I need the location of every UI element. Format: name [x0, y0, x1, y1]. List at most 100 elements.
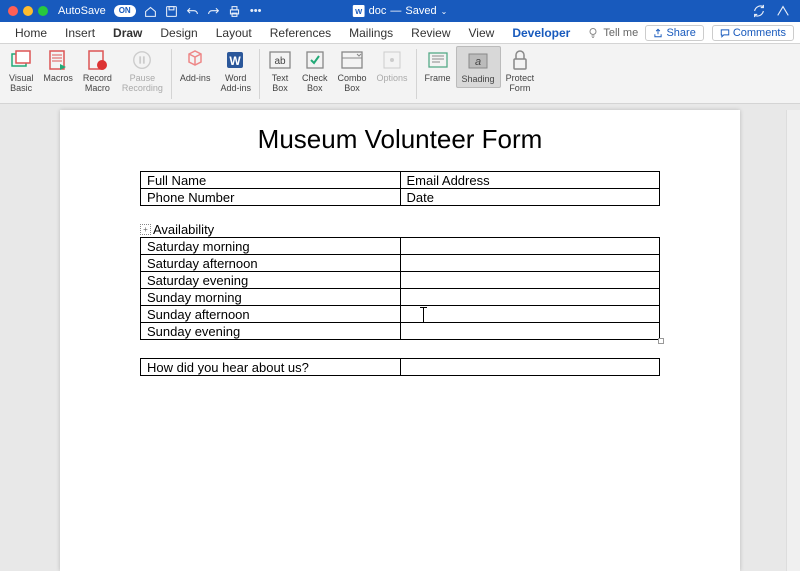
table-row: Full Name Email Address — [141, 172, 660, 189]
frame-icon — [426, 48, 450, 72]
table-row: Saturday afternoon — [141, 255, 660, 272]
tab-review[interactable]: Review — [402, 22, 459, 43]
table-row: Sunday afternoon — [141, 306, 660, 323]
document-area[interactable]: Museum Volunteer Form Full Name Email Ad… — [0, 104, 800, 571]
avail-cell[interactable]: Saturday afternoon — [141, 255, 401, 272]
svg-text:ab: ab — [274, 56, 286, 67]
avail-value-cell[interactable] — [400, 323, 660, 340]
table-row: Sunday morning — [141, 289, 660, 306]
lock-icon — [508, 48, 532, 72]
avail-cell[interactable]: Sunday afternoon — [141, 306, 401, 323]
table-resize-handle[interactable] — [658, 338, 664, 344]
avail-value-cell[interactable] — [400, 272, 660, 289]
word-addins-icon: W — [224, 48, 248, 72]
page-title[interactable]: Museum Volunteer Form — [94, 124, 706, 155]
avail-value-cell[interactable] — [400, 306, 660, 323]
text-cursor — [423, 307, 424, 323]
addins-button[interactable]: Add-ins — [175, 46, 216, 86]
share-button[interactable]: Share — [645, 25, 703, 41]
zoom-window-button[interactable] — [38, 6, 48, 16]
avail-cell[interactable]: Saturday evening — [141, 272, 401, 289]
avail-cell[interactable]: Sunday evening — [141, 323, 401, 340]
tab-design[interactable]: Design — [151, 22, 206, 43]
undo-icon[interactable] — [186, 4, 200, 18]
save-icon[interactable] — [165, 4, 179, 18]
table-row: Sunday evening — [141, 323, 660, 340]
text-box-button[interactable]: ab Text Box — [263, 46, 297, 96]
addins-icon — [183, 48, 207, 72]
vertical-scrollbar[interactable] — [786, 110, 800, 571]
email-cell[interactable]: Email Address — [400, 172, 660, 189]
tab-layout[interactable]: Layout — [207, 22, 261, 43]
menu-tabs: Home Insert Draw Design Layout Reference… — [0, 22, 800, 44]
phone-cell[interactable]: Phone Number — [141, 189, 401, 206]
tab-home[interactable]: Home — [6, 22, 56, 43]
tab-mailings[interactable]: Mailings — [340, 22, 402, 43]
macros-button[interactable]: Macros — [38, 46, 78, 86]
combo-box-icon — [340, 48, 364, 72]
avail-cell[interactable]: Saturday morning — [141, 238, 401, 255]
window-controls — [0, 6, 48, 16]
date-cell[interactable]: Date — [400, 189, 660, 206]
avail-value-cell[interactable] — [400, 289, 660, 306]
how-hear-table[interactable]: How did you hear about us? — [140, 358, 660, 376]
table-row: How did you hear about us? — [141, 359, 660, 376]
ribbon-toggle-icon[interactable] — [776, 4, 790, 18]
visual-basic-icon — [9, 48, 33, 72]
redo-icon[interactable] — [207, 4, 221, 18]
sync-icon[interactable] — [752, 4, 766, 18]
svg-text:W: W — [229, 54, 241, 68]
availability-table[interactable]: Saturday morning Saturday afternoon Satu… — [140, 237, 660, 340]
ribbon-developer: Visual Basic Macros Record Macro Pause R… — [0, 44, 800, 104]
chevron-down-icon[interactable]: ⌄ — [441, 7, 448, 16]
table-move-handle-icon[interactable]: + — [140, 224, 151, 235]
ribbon-separator — [171, 49, 172, 99]
print-icon[interactable] — [228, 4, 242, 18]
svg-text:W: W — [355, 7, 363, 16]
protect-form-button[interactable]: Protect Form — [501, 46, 540, 96]
document-page[interactable]: Museum Volunteer Form Full Name Email Ad… — [60, 110, 740, 571]
contact-table[interactable]: Full Name Email Address Phone Number Dat… — [140, 171, 660, 206]
tab-developer[interactable]: Developer — [503, 22, 579, 43]
check-box-button[interactable]: Check Box — [297, 46, 333, 96]
window-titlebar: AutoSave ON ••• W doc — Saved ⌄ — [0, 0, 800, 22]
pause-recording-button: Pause Recording — [117, 46, 168, 96]
minimize-window-button[interactable] — [23, 6, 33, 16]
word-doc-icon: W — [353, 5, 365, 17]
close-window-button[interactable] — [8, 6, 18, 16]
comment-icon — [720, 28, 730, 38]
shading-icon: a — [466, 49, 490, 73]
avail-value-cell[interactable] — [400, 255, 660, 272]
availability-header[interactable]: + Availability — [140, 222, 660, 237]
word-addins-button[interactable]: W Word Add-ins — [215, 46, 256, 96]
how-hear-cell[interactable]: How did you hear about us? — [141, 359, 401, 376]
tell-me-search[interactable]: Tell me — [587, 27, 638, 39]
autosave-toggle[interactable]: ON — [114, 5, 136, 17]
tab-references[interactable]: References — [261, 22, 340, 43]
tab-draw[interactable]: Draw — [104, 22, 151, 43]
frame-button[interactable]: Frame — [420, 46, 456, 86]
lightbulb-icon — [587, 27, 599, 39]
more-icon[interactable]: ••• — [249, 4, 263, 18]
comments-button[interactable]: Comments — [712, 25, 794, 41]
table-row: Saturday morning — [141, 238, 660, 255]
combo-box-button[interactable]: Combo Box — [332, 46, 371, 96]
visual-basic-button[interactable]: Visual Basic — [4, 46, 38, 96]
avail-value-cell[interactable] — [400, 238, 660, 255]
how-hear-value-cell[interactable] — [400, 359, 660, 376]
ribbon-separator — [259, 49, 260, 99]
full-name-cell[interactable]: Full Name — [141, 172, 401, 189]
share-icon — [653, 28, 663, 38]
avail-cell[interactable]: Sunday morning — [141, 289, 401, 306]
record-macro-icon — [85, 48, 109, 72]
document-title: W doc — Saved ⌄ — [353, 5, 448, 17]
tab-view[interactable]: View — [460, 22, 504, 43]
tab-insert[interactable]: Insert — [56, 22, 104, 43]
pause-icon — [130, 48, 154, 72]
record-macro-button[interactable]: Record Macro — [78, 46, 117, 96]
table-row: Saturday evening — [141, 272, 660, 289]
autosave-label: AutoSave — [58, 5, 106, 17]
svg-text:a: a — [475, 56, 481, 68]
home-icon[interactable] — [144, 4, 158, 18]
shading-button[interactable]: a Shading — [456, 46, 501, 88]
